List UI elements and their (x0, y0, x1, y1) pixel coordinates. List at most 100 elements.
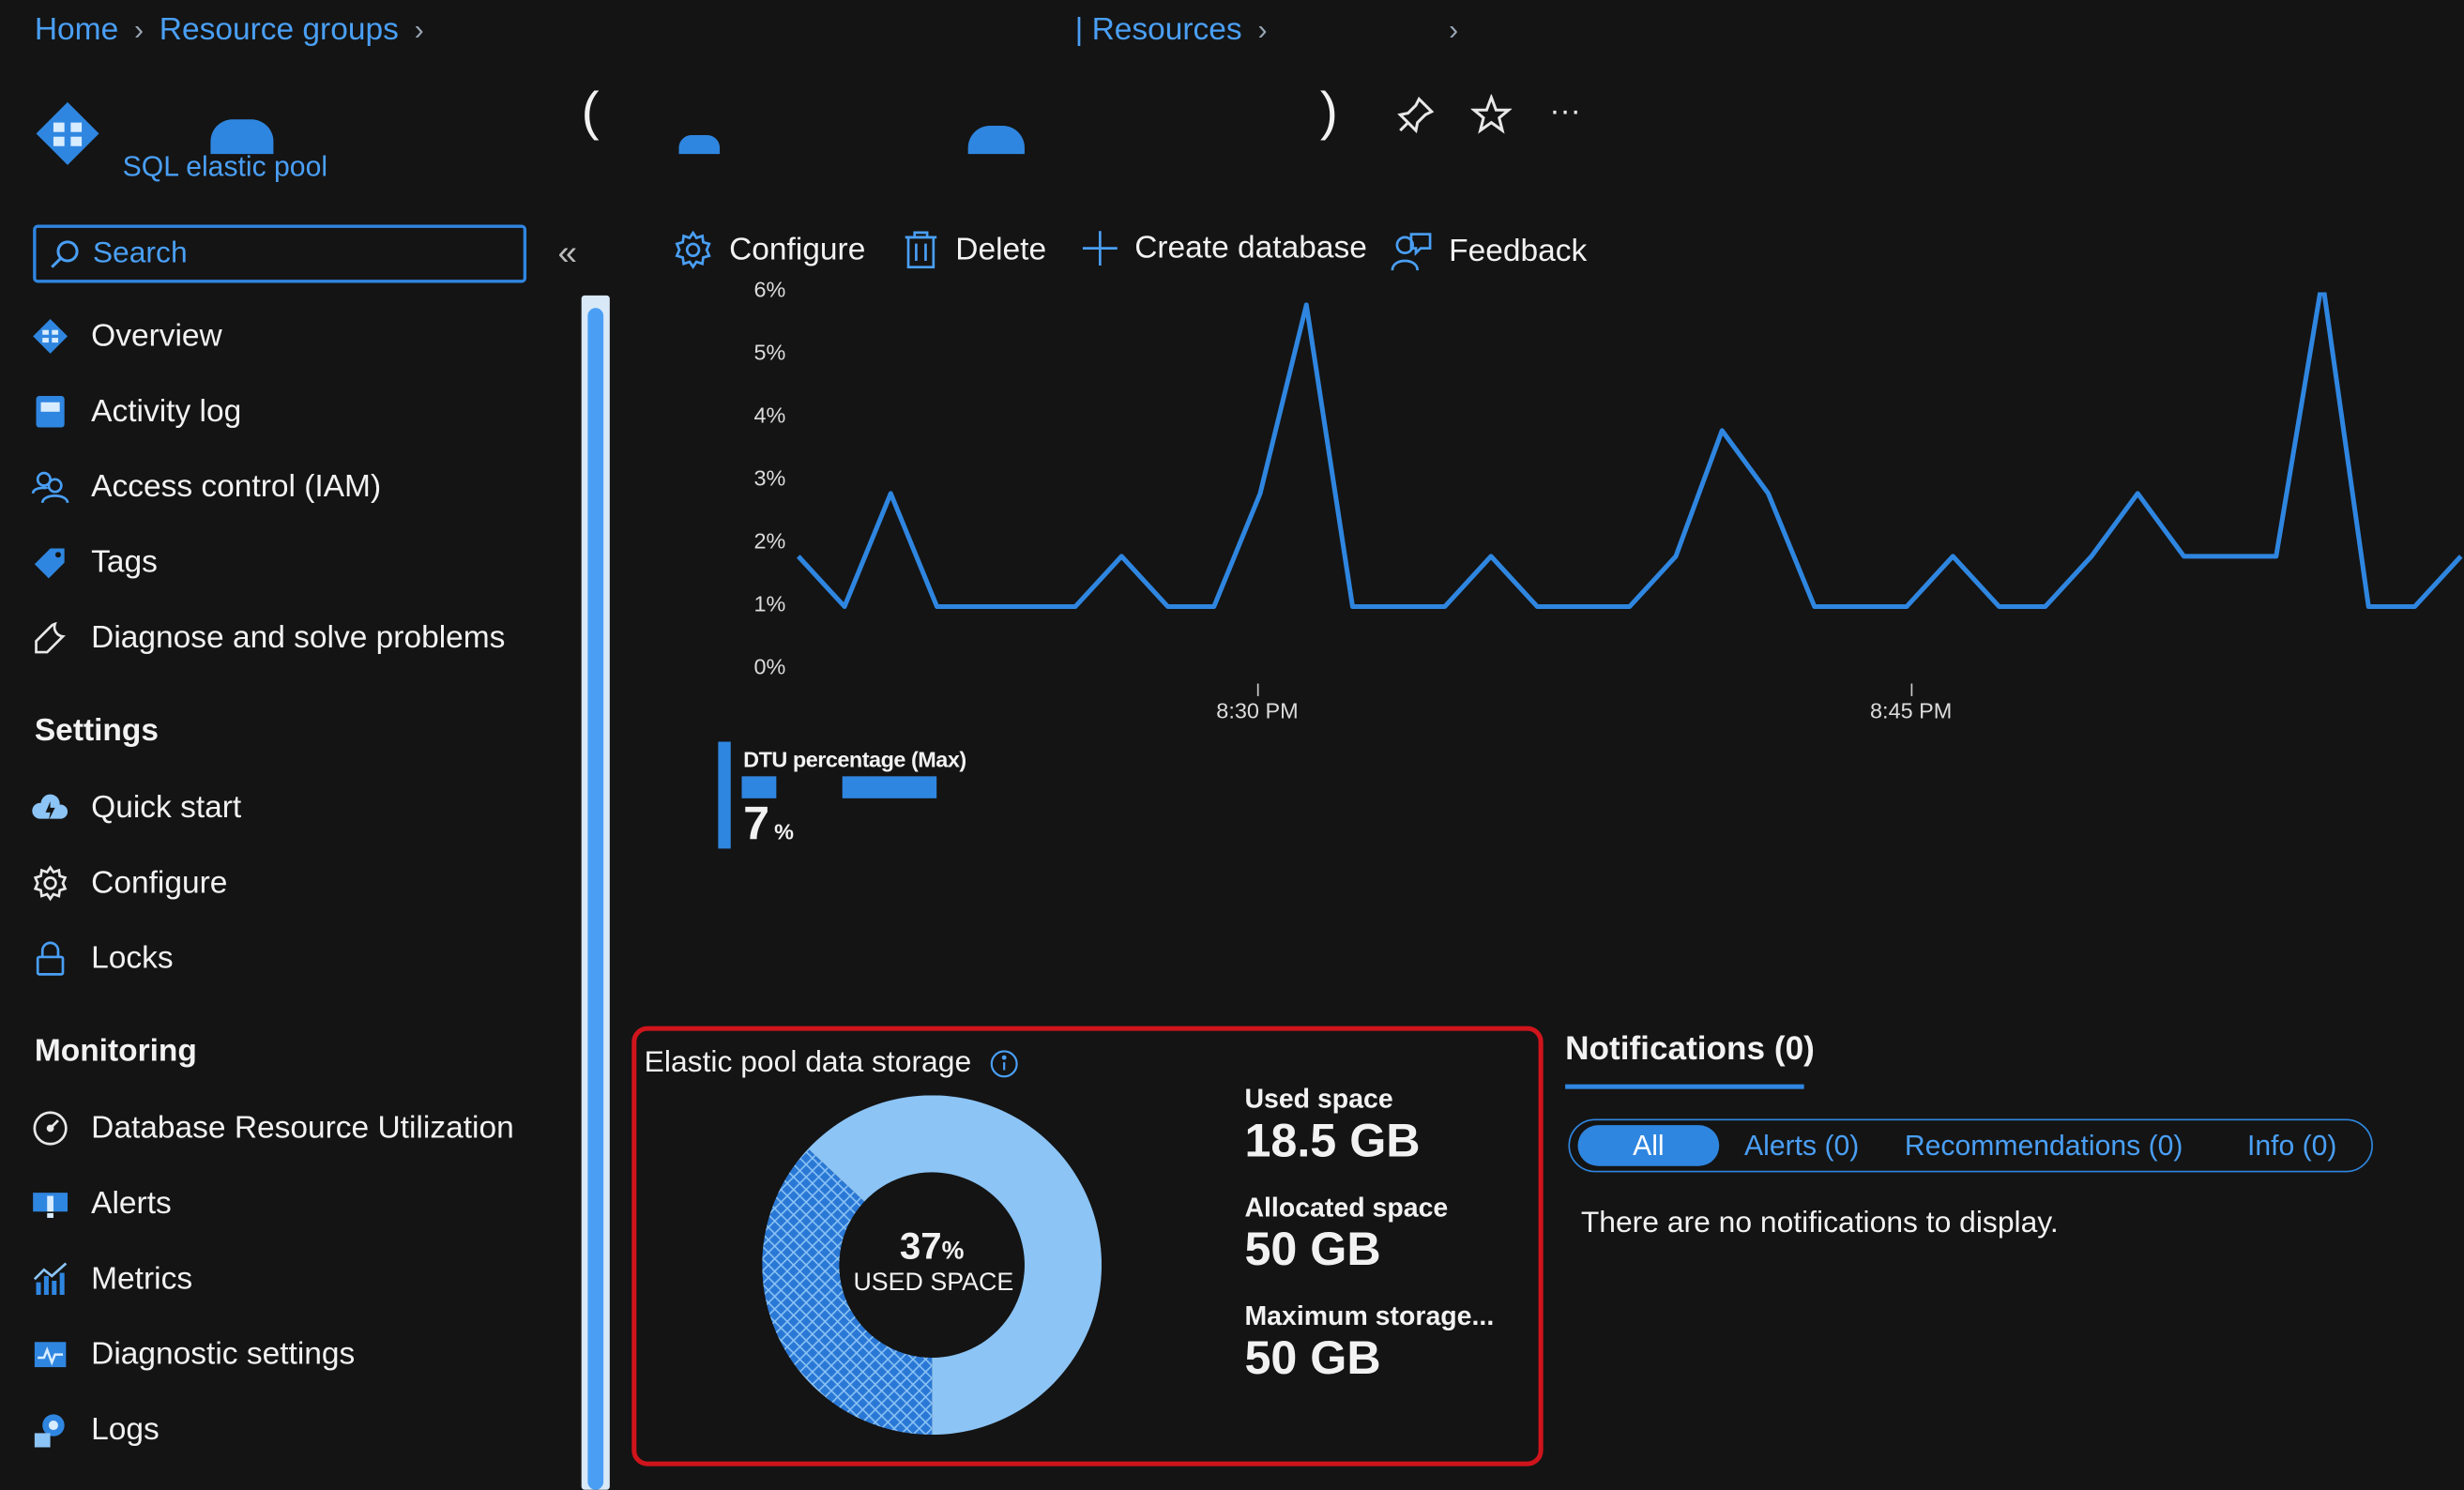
redacted-title-block (967, 125, 1025, 155)
legend-value-unit: % (774, 818, 795, 844)
chevron-right-icon: › (1257, 14, 1268, 46)
sidebar-item-label: Alerts (91, 1185, 172, 1221)
lock-icon (31, 940, 68, 978)
sidebar-item-metrics[interactable]: Metrics (31, 1255, 192, 1302)
search-input[interactable]: Search (93, 236, 188, 271)
legend-label: DTU percentage (Max) (743, 746, 966, 772)
notifications-tab-alerts[interactable]: Alerts (0) (1744, 1130, 1859, 1163)
y-tick-label: 5% (753, 339, 786, 365)
tab-label: All (1633, 1129, 1665, 1161)
sidebar-item-label: Activity log (91, 393, 242, 429)
y-tick-label: 1% (753, 590, 786, 616)
sidebar-item-label: Diagnostic settings (91, 1336, 356, 1372)
search-icon (49, 238, 80, 269)
sidebar-item-label: Overview (91, 318, 222, 353)
breadcrumb: Home › Resource groups › (35, 12, 440, 49)
sidebar-item-label: Database Resource Utilization (91, 1110, 514, 1146)
sidebar-item-label: Quick start (91, 789, 242, 825)
sidebar-item-activity-log[interactable]: Activity log (31, 388, 241, 435)
sidebar-item-configure[interactable]: Configure (31, 859, 227, 906)
x-tick-mark (1256, 683, 1259, 696)
wrench-icon (31, 619, 68, 657)
y-tick-label: 4% (753, 402, 786, 428)
redacted-name-block (210, 119, 274, 155)
dtu-chart (629, 292, 2464, 749)
sidebar-item-db-resource-utilization[interactable]: Database Resource Utilization (31, 1104, 514, 1151)
sidebar-item-label: Diagnose and solve problems (91, 619, 506, 655)
max-storage-label: Maximum storage... (1244, 1300, 1495, 1331)
cloud-icon (31, 789, 68, 827)
settings-heading: Settings (34, 713, 159, 749)
plus-icon (1081, 230, 1118, 267)
sidebar-item-overview[interactable]: Overview (31, 312, 222, 359)
gauge-icon (31, 1109, 68, 1147)
notifications-tab-info[interactable]: Info (0) (2247, 1130, 2337, 1163)
breadcrumb-home[interactable]: Home (35, 12, 118, 49)
diagnostic-icon (31, 1336, 68, 1374)
configure-button[interactable]: Configure (673, 230, 865, 271)
notifications-title: Notifications (0) (1565, 1030, 1815, 1068)
gear-icon (673, 230, 714, 271)
redacted-block (842, 776, 937, 798)
gear-icon (31, 864, 68, 902)
donut-caption: USED SPACE (853, 1270, 1014, 1297)
storage-title: Elastic pool data storage (644, 1046, 972, 1080)
dtu-line-chart (796, 292, 2463, 609)
sidebar-item-tags[interactable]: Tags (31, 539, 158, 585)
donut-percent-number: 37 (899, 1225, 942, 1269)
sidebar-item-logs[interactable]: Logs (31, 1406, 160, 1453)
logs-icon (31, 1411, 68, 1449)
notifications-empty-text: There are no notifications to display. (1580, 1207, 2059, 1240)
legend-value-number: 7 (743, 798, 770, 851)
donut-percent: 37% (848, 1225, 1015, 1270)
scrollbar-thumb[interactable] (587, 308, 604, 1490)
sql-pool-icon (35, 100, 100, 166)
notifications-tab-all[interactable]: All (1577, 1125, 1720, 1166)
delete-button[interactable]: Delete (902, 230, 1046, 271)
breadcrumb-resources-group: | Resources › (1075, 12, 1284, 49)
sidebar-item-access-control[interactable]: Access control (IAM) (31, 464, 381, 510)
activity-log-icon (31, 393, 68, 431)
sidebar-item-label: Configure (91, 864, 228, 900)
sidebar-item-alerts[interactable]: Alerts (31, 1180, 172, 1227)
allocated-space-label: Allocated space (1244, 1193, 1449, 1223)
pin-icon[interactable] (1395, 94, 1437, 135)
y-tick-label: 2% (753, 527, 786, 554)
resource-type-label: SQL elastic pool (122, 150, 328, 183)
resource-title-open: ( (581, 82, 600, 142)
sidebar-item-label: Logs (91, 1411, 160, 1447)
more-options-button[interactable]: ··· (1549, 94, 1580, 130)
chevron-right-icon: › (133, 14, 144, 46)
allocated-space-value: 50 GB (1244, 1224, 1381, 1276)
donut-percent-sign: % (941, 1238, 965, 1266)
y-tick-label: 3% (753, 464, 786, 491)
dtu-series-line (796, 292, 2463, 609)
breadcrumb-resources[interactable]: | Resources (1075, 12, 1242, 49)
sidebar-item-quick-start[interactable]: Quick start (31, 784, 241, 831)
sidebar-item-diagnose[interactable]: Diagnose and solve problems (31, 615, 505, 661)
delete-label: Delete (955, 232, 1047, 266)
feedback-button[interactable]: Feedback (1390, 230, 1587, 274)
used-space-value: 18.5 GB (1244, 1116, 1421, 1168)
sidebar-scrollbar[interactable] (581, 295, 610, 1490)
notifications-title-underline (1565, 1084, 1804, 1089)
breadcrumb-resource-groups[interactable]: Resource groups (160, 12, 399, 49)
redacted-title-block (678, 135, 721, 155)
collapse-sidebar-icon[interactable]: « (558, 233, 578, 274)
search-box[interactable]: Search (33, 224, 527, 283)
sidebar-item-diagnostic-settings[interactable]: Diagnostic settings (31, 1331, 355, 1378)
sidebar-item-locks[interactable]: Locks (31, 935, 174, 982)
azure-portal-page: Home › Resource groups › | Resources › › SQL… (0, 0, 2464, 1490)
y-tick-label: 6% (753, 276, 786, 302)
legend-bar (718, 741, 731, 849)
create-database-button[interactable]: Create database (1081, 230, 1367, 267)
x-tick-label: 8:30 PM (1216, 697, 1299, 723)
max-storage-value: 50 GB (1244, 1332, 1381, 1385)
chevron-right-icon: › (1449, 14, 1459, 46)
used-space-label: Used space (1244, 1084, 1393, 1115)
star-icon[interactable] (1469, 93, 1513, 135)
chevron-right-icon: › (414, 14, 424, 46)
sidebar-item-label: Metrics (91, 1261, 193, 1296)
info-icon[interactable] (990, 1050, 1018, 1078)
notifications-tab-recommendations[interactable]: Recommendations (0) (1905, 1130, 2183, 1163)
